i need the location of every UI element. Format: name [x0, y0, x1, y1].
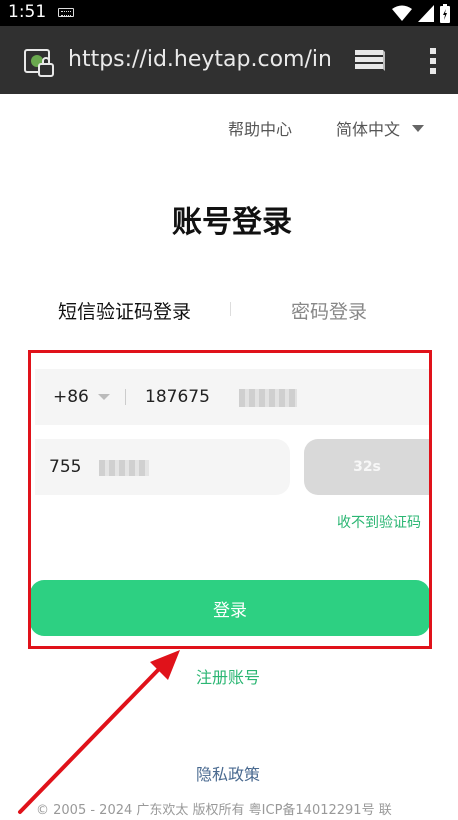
register-link[interactable]: 注册账号: [196, 664, 260, 688]
browser-url-bar: https://id.heytap.com/ind: [0, 26, 458, 94]
overflow-menu-icon[interactable]: [428, 46, 438, 76]
privacy-policy-link[interactable]: 隐私政策: [196, 761, 260, 785]
language-label: 简体中文: [336, 120, 401, 139]
language-select[interactable]: 简体中文: [336, 116, 425, 140]
tab-password-login[interactable]: 密码登录: [291, 297, 367, 324]
page-title: 账号登录: [172, 205, 292, 240]
site-security-icon[interactable]: [24, 48, 54, 78]
tabs-icon[interactable]: [354, 47, 386, 73]
annotation-highlight-box: [28, 350, 432, 649]
annotation-arrow-icon: [18, 650, 180, 815]
chevron-down-icon: [412, 124, 425, 132]
status-time: 1:51: [8, 2, 47, 22]
tab-divider: [230, 302, 231, 316]
signal-icon: [418, 4, 434, 22]
status-icons: [392, 3, 450, 23]
help-center-link[interactable]: 帮助中心: [228, 116, 292, 140]
status-bar: 1:51: [0, 0, 458, 26]
wifi-icon: [392, 5, 412, 21]
url-field[interactable]: https://id.heytap.com/ind: [68, 47, 330, 72]
keyboard-icon: [58, 8, 74, 17]
tab-sms-login[interactable]: 短信验证码登录: [58, 297, 191, 324]
battery-icon: [440, 3, 450, 23]
